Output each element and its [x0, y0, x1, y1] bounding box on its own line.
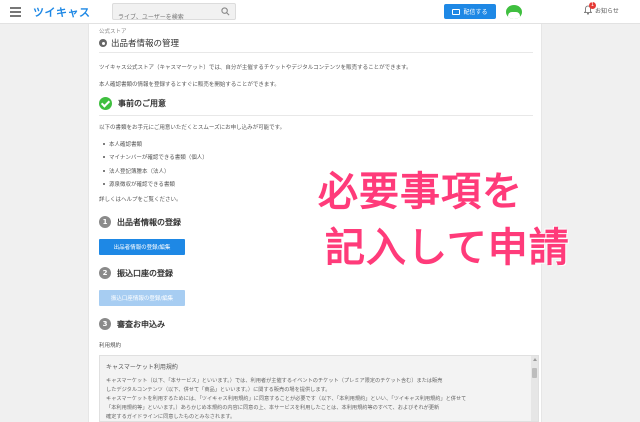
overlay-caption-line-1: 必要事項を — [318, 169, 523, 215]
divider — [99, 52, 533, 53]
start-live-button[interactable]: 配信する — [444, 4, 496, 19]
start-live-label: 配信する — [463, 9, 488, 16]
top-bar: ツイキャス 配信する 1 お知らせ — [0, 0, 640, 25]
prep-section-heading: 事前のご用意 — [99, 97, 166, 110]
terms-label: 利用規約 — [99, 343, 122, 349]
search-box[interactable] — [112, 3, 236, 25]
page-title-text: 出品者情報の管理 — [111, 39, 180, 49]
terms-line: 確定するガイドラインに同意したものとみなされます。 — [106, 414, 236, 420]
terms-line: 「本利用規約等」といいます。）あらかじめ本規約の内容に同意の上、本サービスを利用… — [106, 405, 440, 411]
prep-description: 以下の書類をお手元にご用意いただくとスムーズにお申し込みが可能です。 — [99, 125, 286, 131]
step-3-heading: 3 審査お申込み — [99, 318, 165, 330]
search-icon[interactable] — [221, 7, 230, 16]
register-bank-account-button[interactable]: 振込口座情報の登録/編集 — [99, 290, 185, 306]
list-item: マイナンバーが確認できる書類（個人） — [103, 151, 208, 165]
divider — [99, 115, 533, 116]
site-logo[interactable]: ツイキャス — [33, 4, 91, 20]
gear-icon — [99, 39, 107, 47]
terms-heading: キャスマーケット利用規約 — [106, 364, 178, 371]
intro-text-1: ツイキャス公式ストア（キャスマーケット）では、自分が主催するチケットやデジタルコ… — [99, 65, 412, 71]
step-3-title: 審査お申込み — [117, 319, 165, 329]
step-1-title: 出品者情報の登録 — [117, 217, 181, 227]
terms-line: したデジタルコンテンツ（以下、併せて「商品」といいます。）に関する販売の場を提供… — [106, 387, 331, 393]
hamburger-menu-icon[interactable] — [10, 7, 21, 17]
intro-text-2: 本人確認書類の情報を登録するとすぐに販売を開始することができます。 — [99, 82, 280, 88]
step-number-badge: 3 — [99, 318, 111, 330]
notifications-label: お知らせ — [595, 7, 619, 15]
user-avatar[interactable] — [506, 5, 522, 19]
terms-line: キャスマーケットを利用するためには、「ツイキャス利用規約」に同意することが必要で… — [106, 396, 467, 402]
notification-count-badge: 1 — [589, 2, 596, 9]
terms-textarea[interactable]: キャスマーケット利用規約 キャスマーケット（以下、「本サービス」といいます。）で… — [99, 355, 539, 422]
register-seller-info-button[interactable]: 出品者情報の登録/編集 — [99, 239, 185, 255]
notifications-button[interactable]: 1 お知らせ — [584, 2, 619, 15]
overlay-caption-line-2: 記入して申請 — [325, 225, 570, 271]
list-item: 源泉徴収が確認できる書類 — [103, 178, 208, 192]
step-number-badge: 1 — [99, 216, 111, 228]
terms-scrollbar[interactable] — [531, 356, 538, 421]
step-2-title: 振込口座の登録 — [117, 268, 173, 278]
list-item: 法人登記簿謄本（法人） — [103, 164, 208, 178]
step-1-heading: 1 出品者情報の登録 — [99, 216, 181, 228]
search-input[interactable] — [113, 10, 213, 25]
step-number-badge: 2 — [99, 267, 111, 279]
scrollbar-thumb[interactable] — [532, 368, 537, 378]
page-title: 出品者情報の管理 — [99, 37, 179, 49]
scroll-up-arrow-icon[interactable] — [533, 358, 537, 361]
prep-title: 事前のご用意 — [118, 99, 166, 108]
list-item: 本人確認書類 — [103, 137, 208, 151]
step-2-heading: 2 振込口座の登録 — [99, 267, 173, 279]
camera-icon — [452, 8, 461, 15]
terms-line: キャスマーケット（以下、「本サービス」といいます。）では、利用者が主催するイベン… — [106, 378, 443, 384]
document-list: 本人確認書類 マイナンバーが確認できる書類（個人） 法人登記簿謄本（法人） 源泉… — [103, 137, 208, 191]
breadcrumb[interactable]: 公式ストア — [99, 27, 127, 35]
checkmark-icon — [99, 97, 112, 110]
help-link-text[interactable]: 詳しくはヘルプをご覧ください。 — [99, 195, 182, 203]
